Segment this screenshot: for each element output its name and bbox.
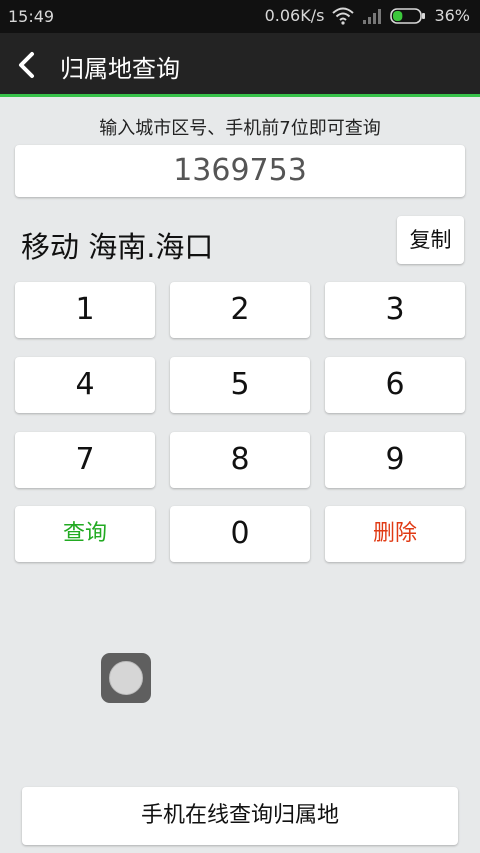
key-2[interactable]: 2 <box>170 282 310 338</box>
key-9[interactable]: 9 <box>325 432 465 488</box>
key-5[interactable]: 5 <box>170 357 310 413</box>
status-indicators: 0.06K/s 36% <box>265 6 470 25</box>
page-title: 归属地查询 <box>60 55 180 83</box>
delete-button[interactable]: 删除 <box>325 506 465 562</box>
key-8[interactable]: 8 <box>170 432 310 488</box>
query-button[interactable]: 查询 <box>15 506 155 562</box>
back-arrow-icon[interactable] <box>15 51 37 79</box>
battery-icon <box>390 7 426 24</box>
signal-icon <box>363 8 382 24</box>
online-query-button[interactable]: 手机在线查询归属地 <box>22 787 458 845</box>
key-1[interactable]: 1 <box>15 282 155 338</box>
key-7[interactable]: 7 <box>15 432 155 488</box>
network-speed: 0.06K/s <box>264 6 325 25</box>
floating-ball-icon <box>109 661 143 695</box>
number-input[interactable]: 1369753 <box>15 145 465 197</box>
key-0[interactable]: 0 <box>170 506 310 562</box>
key-6[interactable]: 6 <box>325 357 465 413</box>
wifi-icon <box>332 7 355 25</box>
title-bar: 归属地查询 <box>0 33 480 97</box>
battery-percent: 36% <box>434 6 470 25</box>
status-bar: 15:49 0.06K/s 36% <box>0 0 480 33</box>
status-time: 15:49 <box>8 7 55 26</box>
title-accent-line <box>0 94 480 97</box>
input-hint: 输入城市区号、手机前7位即可查询 <box>99 118 381 139</box>
copy-button[interactable]: 复制 <box>397 216 464 264</box>
query-result: 移动 海南.海口 <box>21 230 214 264</box>
key-4[interactable]: 4 <box>15 357 155 413</box>
key-3[interactable]: 3 <box>325 282 465 338</box>
floating-assistive-button[interactable] <box>101 653 151 703</box>
